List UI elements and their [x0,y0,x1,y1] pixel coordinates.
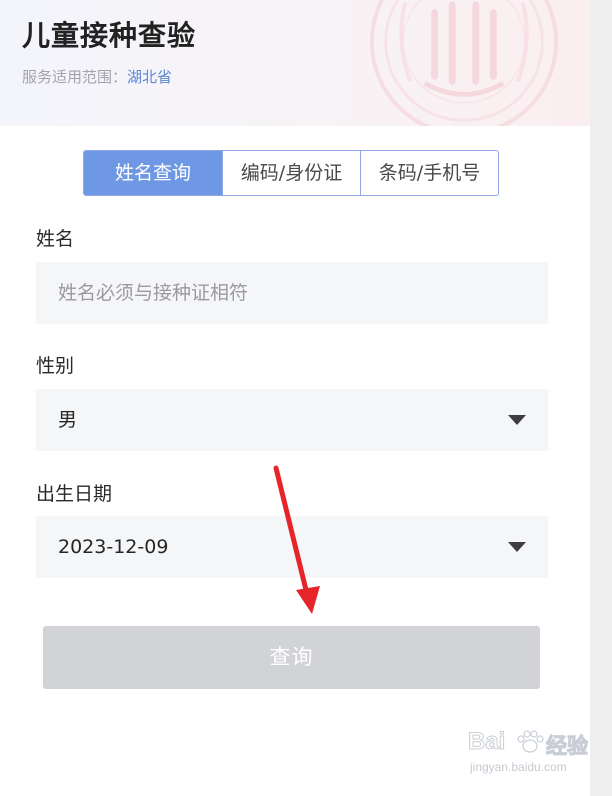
service-scope-label: 服务适用范围： [22,68,128,86]
emblem-watermark-icon [369,0,559,126]
service-scope: 服务适用范围：湖北省 [22,66,172,87]
gender-select[interactable]: 男 [36,389,548,451]
tab-name-query[interactable]: 姓名查询 [84,151,222,195]
chevron-down-icon [508,542,526,552]
watermark-url: jingyan.baidu.com [470,760,567,774]
header-banner: 儿童接种查验 服务适用范围：湖北省 [0,0,590,126]
watermark-brand-suffix: 经验 [546,734,589,759]
name-label: 姓名 [36,228,75,250]
scrollbar-track[interactable] [590,0,612,796]
baidu-jingyan-watermark: Bai 经验 jingyan.baidu.com [466,728,588,782]
query-mode-tabs: 姓名查询 编码/身份证 条码/手机号 [83,150,499,196]
tab-code-id-card[interactable]: 编码/身份证 [222,151,360,195]
gender-select-value: 男 [58,409,78,431]
gender-label: 性别 [36,355,75,377]
tab-barcode-phone[interactable]: 条码/手机号 [360,151,498,195]
red-arrow-annotation-icon [273,465,320,614]
service-scope-value[interactable]: 湖北省 [127,68,172,86]
watermark-brand: Bai [467,728,506,756]
query-button[interactable]: 查询 [43,626,540,689]
page: 儿童接种查验 服务适用范围：湖北省 姓名查询 编码/身份证 条码/手机号 姓名 … [0,0,612,796]
name-input-placeholder: 姓名必须与接种证相符 [58,282,249,304]
name-input[interactable]: 姓名必须与接种证相符 [36,262,548,324]
chevron-down-icon [508,415,526,425]
paw-logo-icon [517,730,544,753]
birthdate-label: 出生日期 [36,483,113,505]
birthdate-value: 2023-12-09 [58,536,169,558]
page-title: 儿童接种查验 [22,19,197,52]
